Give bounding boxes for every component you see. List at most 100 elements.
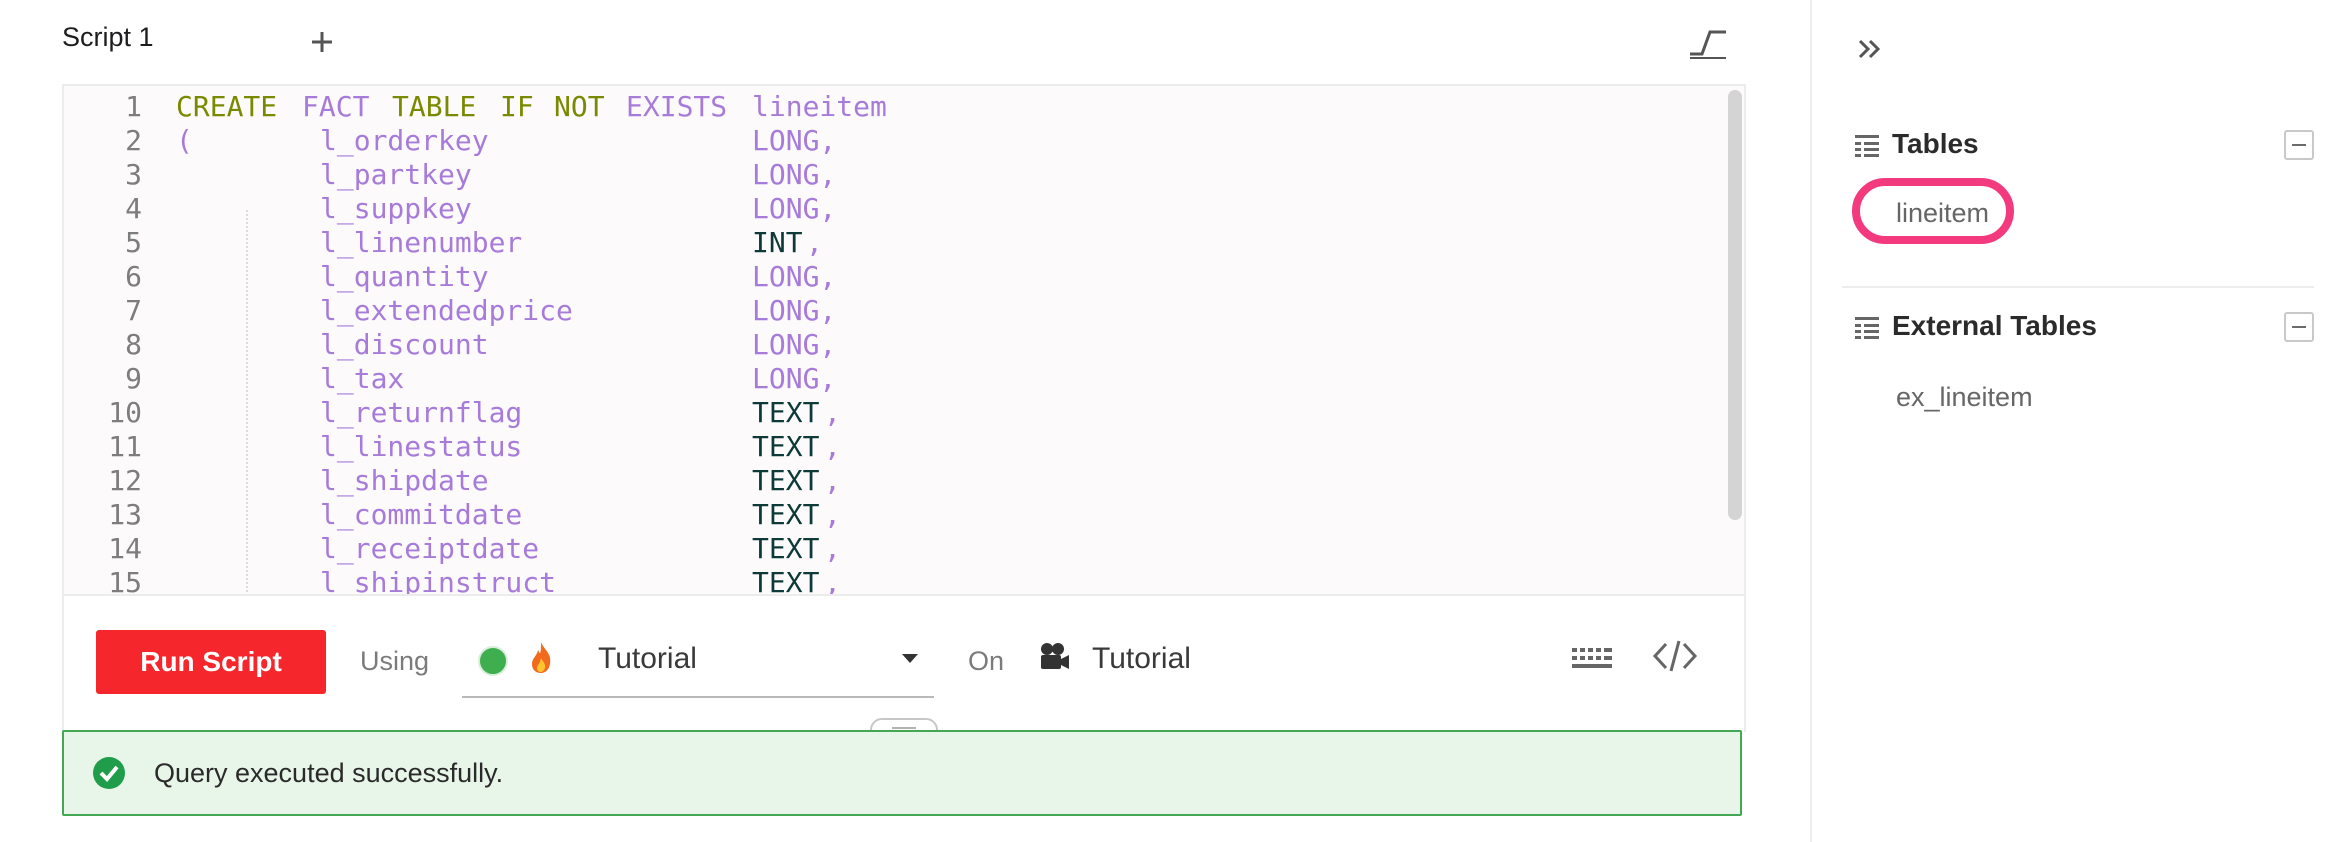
run-script-button[interactable]: Run Script <box>96 630 326 694</box>
script-tab-bar: Script 1 <box>0 0 1810 84</box>
tables-section-header: Tables <box>1854 126 2314 166</box>
code-token: l_receiptdate <box>320 532 540 565</box>
code-token: , <box>824 566 841 596</box>
code-token: , <box>824 532 841 565</box>
collapse-tables-button[interactable] <box>2284 130 2314 160</box>
code-token: l_commitdate <box>320 498 523 531</box>
code-token: TEXT <box>752 532 820 565</box>
external-tables-section-title: External Tables <box>1892 310 2097 341</box>
line-number: 15 <box>108 566 142 596</box>
line-number: 6 <box>125 260 142 293</box>
line-number: 1 <box>125 90 142 123</box>
code-token: l_shipinstruct <box>320 566 557 596</box>
code-token: TEXT <box>752 566 820 596</box>
code-line: 8 l_discount LONG, <box>64 328 1724 362</box>
engine-select[interactable]: Tutorial <box>462 624 934 698</box>
line-number: 2 <box>125 124 142 157</box>
code-token: l_returnflag <box>320 396 523 429</box>
line-number: 4 <box>125 192 142 225</box>
table-icon <box>1855 135 1879 157</box>
line-number: 13 <box>108 498 142 531</box>
code-line: 5 l_linenumber INT, <box>64 226 1724 260</box>
line-number: 14 <box>108 532 142 565</box>
code-token: INT <box>752 226 803 259</box>
code-token: LONG, <box>752 328 837 361</box>
chevron-down-icon <box>902 654 918 663</box>
code-line: 4 l_suppkey LONG, <box>64 192 1724 226</box>
code-token: , <box>824 464 841 497</box>
table-item-lineitem[interactable]: lineitem <box>1896 198 1989 229</box>
code-line: 7 l_extendedprice LONG, <box>64 294 1724 328</box>
table-icon <box>1855 317 1879 339</box>
code-token: l_partkey <box>320 158 472 191</box>
code-line: 3 l_partkey LONG, <box>64 158 1724 192</box>
run-toolbar: Run Script Using Tutorial On Tutorial <box>62 594 1746 732</box>
code-token: FACT <box>302 90 370 123</box>
code-token: , <box>824 498 841 531</box>
database-name[interactable]: Tutorial <box>1092 642 1191 676</box>
code-token: LONG, <box>752 362 837 395</box>
code-token: l_suppkey <box>320 192 472 225</box>
line-number: 7 <box>125 294 142 327</box>
code-token: LONG, <box>752 294 837 327</box>
table-item-ex-lineitem[interactable]: ex_lineitem <box>1896 382 2033 413</box>
line-number: 11 <box>108 430 142 463</box>
using-label: Using <box>360 646 430 676</box>
code-line: 12 l_shipdate TEXT, <box>64 464 1724 498</box>
line-number: 10 <box>108 396 142 429</box>
code-line: 9 l_tax LONG, <box>64 362 1724 396</box>
collapse-panel-icon[interactable] <box>1854 34 1888 64</box>
collapse-external-tables-button[interactable] <box>2284 312 2314 342</box>
code-token: NOT <box>554 90 605 123</box>
indent-guide <box>246 210 248 596</box>
code-token: l_tax <box>320 362 405 395</box>
line-number: 3 <box>125 158 142 191</box>
code-token: EXISTS <box>626 90 728 123</box>
code-token: , <box>824 396 841 429</box>
engine-name: Tutorial <box>598 642 697 675</box>
editor-scrollbar[interactable] <box>1728 90 1742 520</box>
code-token: LONG, <box>752 158 837 191</box>
line-number: 12 <box>108 464 142 497</box>
code-token: TEXT <box>752 498 820 531</box>
camera-icon <box>1041 643 1069 669</box>
code-line: 2 (l_orderkey LONG, <box>64 124 1724 158</box>
fire-icon <box>532 642 551 673</box>
code-line: 1 CREATE FACT TABLE IF NOT EXISTS lineitem <box>64 90 1724 124</box>
external-tables-section-header: External Tables <box>1854 308 2314 348</box>
add-tab-icon[interactable] <box>302 22 342 62</box>
code-lines: 1 CREATE FACT TABLE IF NOT EXISTS lineitem 2 (l_o… <box>64 86 1724 596</box>
engine-status-dot <box>478 646 508 676</box>
code-token: l_shipdate <box>320 464 489 497</box>
code-line: 13 l_commitdate TEXT, <box>64 498 1724 532</box>
code-token: , <box>824 430 841 463</box>
line-number: 9 <box>125 362 142 395</box>
script-workspace: Script 1 1 CREATE FACT TABLE IF NOT EXISTS line… <box>0 0 1810 842</box>
code-token: , <box>806 226 823 259</box>
code-token: ( <box>176 124 193 157</box>
code-token: l_extendedprice <box>320 294 573 327</box>
code-line: 11 l_linestatus TEXT, <box>64 430 1724 464</box>
result-message: Query executed successfully. <box>154 758 504 788</box>
code-icon[interactable] <box>1652 638 1698 674</box>
sql-editor[interactable]: 1 CREATE FACT TABLE IF NOT EXISTS lineitem 2 (l_o… <box>62 84 1746 596</box>
code-token: l_quantity <box>320 260 489 293</box>
code-line: 6 l_quantity LONG, <box>64 260 1724 294</box>
line-number: 8 <box>125 328 142 361</box>
tables-section-title: Tables <box>1892 128 1979 159</box>
code-token: LONG, <box>752 192 837 225</box>
code-token: TEXT <box>752 464 820 497</box>
script-tab-title[interactable]: Script 1 <box>62 22 154 53</box>
code-token: LONG, <box>752 124 837 157</box>
check-circle-icon <box>93 757 125 789</box>
code-token: TABLE <box>392 90 477 123</box>
on-label: On <box>968 646 1005 676</box>
split-view-icon[interactable] <box>1686 24 1730 60</box>
code-line: 15 l_shipinstruct TEXT, <box>64 566 1724 596</box>
code-token: l_linestatus <box>320 430 523 463</box>
section-divider <box>1842 286 2314 288</box>
line-number: 5 <box>125 226 142 259</box>
code-token: l_linenumber <box>320 226 523 259</box>
success-banner: Query executed successfully. <box>62 730 1742 816</box>
keyboard-icon[interactable] <box>1570 642 1614 674</box>
